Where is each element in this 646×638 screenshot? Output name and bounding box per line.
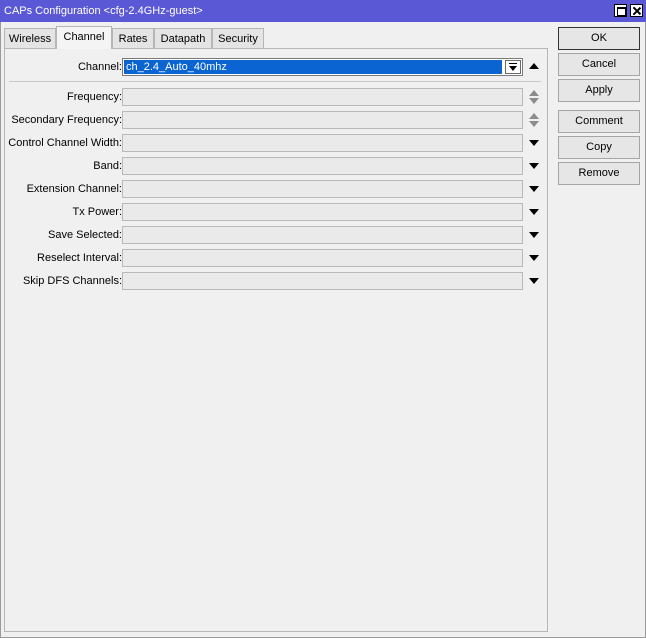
dropdown-arrow-icon[interactable] [529,278,539,284]
tx-power-label: Tx Power: [72,206,122,218]
tab-security[interactable]: Security [212,28,264,49]
spin-down-icon[interactable] [529,98,539,104]
reselect-interval-label: Reselect Interval: [37,252,122,264]
control-channel-width-label: Control Channel Width: [8,137,122,149]
ok-button[interactable]: OK [558,27,640,50]
skip-dfs-channels-row: Skip DFS Channels: [5,272,549,290]
title-bar[interactable]: CAPs Configuration <cfg-2.4GHz-guest> [0,0,646,22]
reselect-interval-field[interactable] [122,249,523,267]
spin-down-icon[interactable] [529,121,539,127]
save-selected-label: Save Selected: [48,229,122,241]
cancel-button[interactable]: Cancel [558,53,640,76]
spin-up-icon[interactable] [529,90,539,96]
band-label: Band: [93,160,122,172]
spin-up-icon[interactable] [529,113,539,119]
copy-button[interactable]: Copy [558,136,640,159]
tab-datapath[interactable]: Datapath [154,28,212,49]
secondary-frequency-label: Secondary Frequency: [11,114,122,126]
divider [9,81,541,82]
tab-wireless[interactable]: Wireless [4,28,56,49]
extension-channel-label: Extension Channel: [26,183,122,195]
extension-channel-row: Extension Channel: [5,180,549,198]
close-icon[interactable] [630,4,643,17]
tx-power-field[interactable] [122,203,523,221]
secondary-frequency-row: Secondary Frequency: [5,111,549,129]
save-selected-field[interactable] [122,226,523,244]
remove-button[interactable]: Remove [558,162,640,185]
dropdown-arrow-icon[interactable] [529,140,539,146]
comment-button[interactable]: Comment [558,110,640,133]
dropdown-icon[interactable] [505,60,521,74]
frequency-field[interactable] [122,88,523,106]
secondary-frequency-field[interactable] [122,111,523,129]
save-selected-row: Save Selected: [5,226,549,244]
channel-row: Channel: ch_2.4_Auto_40mhz [5,58,549,76]
channel-value: ch_2.4_Auto_40mhz [124,60,502,74]
channel-label: Channel: [77,61,122,73]
control-channel-width-row: Control Channel Width: [5,134,549,152]
reselect-interval-row: Reselect Interval: [5,249,549,267]
dropdown-arrow-icon[interactable] [529,163,539,169]
tab-rates[interactable]: Rates [112,28,154,49]
tab-channel[interactable]: Channel [56,26,112,49]
dropdown-arrow-icon[interactable] [529,255,539,261]
window-title: CAPs Configuration <cfg-2.4GHz-guest> [4,5,203,17]
control-channel-width-field[interactable] [122,134,523,152]
frequency-label: Frequency: [66,91,122,103]
dropdown-arrow-icon[interactable] [529,186,539,192]
collapse-up-icon[interactable] [529,63,539,69]
skip-dfs-channels-field[interactable] [122,272,523,290]
band-field[interactable] [122,157,523,175]
channel-select[interactable]: ch_2.4_Auto_40mhz [122,58,523,76]
apply-button[interactable]: Apply [558,79,640,102]
extension-channel-field[interactable] [122,180,523,198]
band-row: Band: [5,157,549,175]
dropdown-arrow-icon[interactable] [529,232,539,238]
skip-dfs-channels-label: Skip DFS Channels: [22,275,122,287]
dropdown-arrow-icon[interactable] [529,209,539,215]
maximize-icon[interactable] [614,4,627,17]
tx-power-row: Tx Power: [5,203,549,221]
channel-panel: Channel: ch_2.4_Auto_40mhz Frequency: Se… [4,48,548,632]
frequency-row: Frequency: [5,88,549,106]
